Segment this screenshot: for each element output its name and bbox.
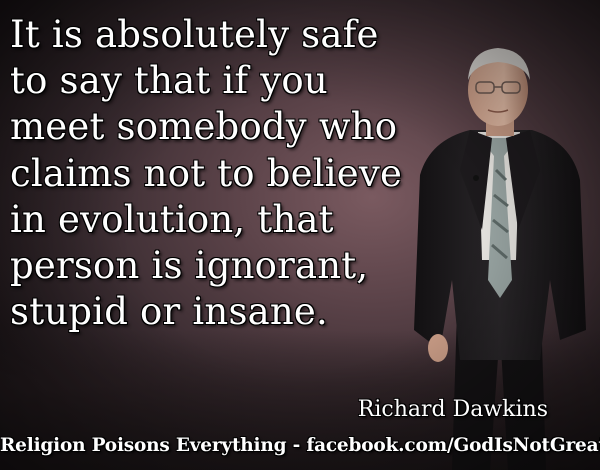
quote-line: It is absolutely safe <box>10 13 379 56</box>
footer-caption: Religion Poisons Everything - facebook.c… <box>0 435 600 456</box>
quote-line: claims not to believe <box>10 151 403 195</box>
quote-line: stupid or insane. <box>10 290 328 334</box>
quote-line: in evolution, that <box>10 197 334 241</box>
meme-image: It is absolutely safe to say that if you… <box>0 0 600 470</box>
quote-line: person is ignorant, <box>10 244 369 288</box>
quote-line: to say that if you <box>10 59 328 103</box>
quote-line: meet somebody who <box>10 105 398 149</box>
quote-author: Richard Dawkins <box>357 397 548 422</box>
quote-text: It is absolutely safe to say that if you… <box>10 12 430 335</box>
